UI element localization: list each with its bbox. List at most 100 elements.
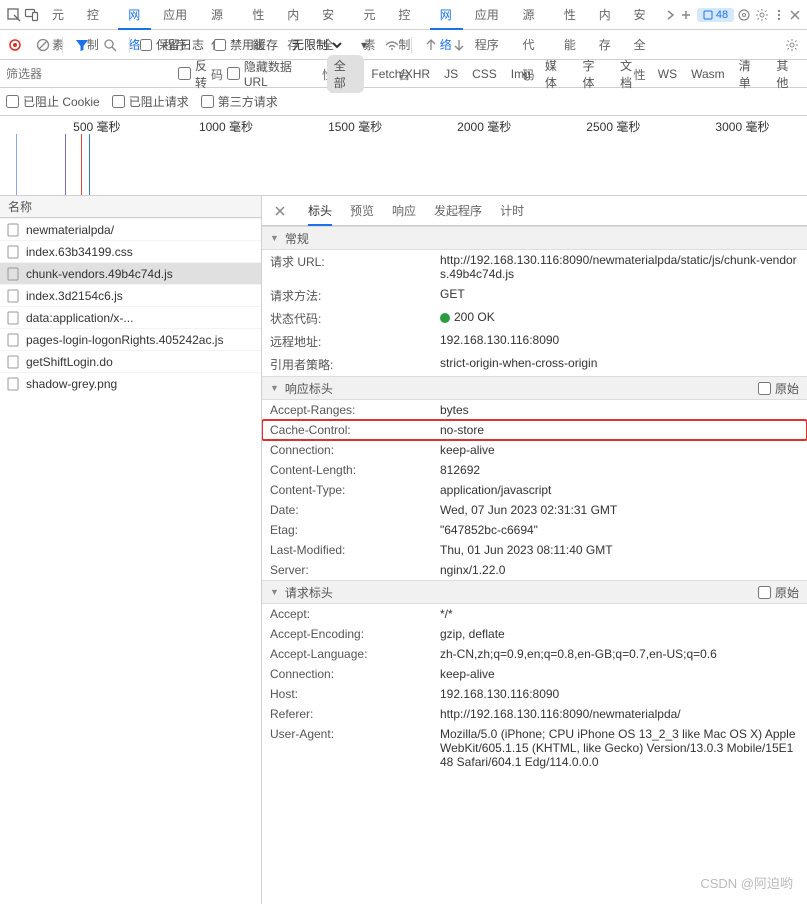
kv-row: Etag:"647852bc-c6694" bbox=[262, 520, 807, 540]
type-chip[interactable]: 文档 bbox=[613, 55, 651, 93]
raw-checkbox[interactable]: 原始 bbox=[758, 584, 799, 601]
detail-tab[interactable]: 标头 bbox=[308, 196, 332, 226]
timeline-bar bbox=[65, 134, 66, 195]
invert-checkbox[interactable]: 反转 bbox=[178, 57, 219, 91]
throttle-select[interactable]: 无限制 bbox=[288, 37, 345, 53]
top-tab[interactable]: 网络 bbox=[430, 0, 463, 30]
search-icon[interactable] bbox=[101, 36, 119, 54]
inspect-icon[interactable] bbox=[6, 3, 22, 27]
type-chip[interactable]: JS bbox=[437, 65, 465, 83]
timeline-overview[interactable]: 500 毫秒1000 毫秒1500 毫秒2000 毫秒2500 毫秒3000 毫… bbox=[0, 116, 807, 196]
file-icon bbox=[6, 333, 20, 347]
top-tab[interactable]: 应用程序 bbox=[465, 0, 511, 30]
top-tab-安全性[interactable]: 安全性 bbox=[312, 0, 351, 30]
third-party-checkbox[interactable]: 第三方请求 bbox=[201, 93, 278, 110]
settings-icon[interactable] bbox=[754, 3, 770, 27]
more-tabs-icon[interactable] bbox=[665, 3, 678, 27]
device-toggle-icon[interactable] bbox=[24, 3, 40, 27]
top-tab[interactable]: 元素 bbox=[354, 0, 387, 30]
type-chip[interactable]: Fetch/XHR bbox=[364, 65, 437, 83]
section-header[interactable]: ▼常规 bbox=[262, 226, 807, 250]
request-row[interactable]: shadow-grey.png bbox=[0, 372, 261, 394]
detail-tabs: 标头预览响应发起程序计时 bbox=[262, 196, 807, 226]
kv-row: Connection:keep-alive bbox=[262, 440, 807, 460]
top-tab[interactable]: 安全性 bbox=[624, 0, 663, 30]
type-chip[interactable]: 全部 bbox=[327, 55, 365, 93]
type-chip[interactable]: Img bbox=[504, 65, 538, 83]
request-name: newmaterialpda/ bbox=[26, 223, 114, 237]
clear-icon[interactable] bbox=[34, 36, 52, 54]
gear-icon[interactable] bbox=[736, 3, 752, 27]
top-tab-控制台[interactable]: 控制台 bbox=[77, 0, 116, 30]
top-tab[interactable]: 内存 bbox=[589, 0, 622, 30]
close-icon[interactable] bbox=[788, 3, 801, 27]
kebab-icon[interactable] bbox=[772, 3, 786, 27]
top-tab-应用程序[interactable]: 应用程序 bbox=[153, 0, 199, 30]
kv-value: Thu, 01 Jun 2023 08:11:40 GMT bbox=[440, 543, 799, 557]
preserve-log-checkbox[interactable]: 保留日志 bbox=[140, 36, 204, 53]
blocked-request-checkbox[interactable]: 已阻止请求 bbox=[112, 93, 189, 110]
filter-input[interactable] bbox=[0, 60, 170, 87]
type-chip[interactable]: CSS bbox=[465, 65, 504, 83]
request-row[interactable]: newmaterialpda/ bbox=[0, 218, 261, 240]
top-tab[interactable]: 性能 bbox=[554, 0, 587, 30]
detail-tab[interactable]: 计时 bbox=[500, 196, 524, 226]
kv-row: Date:Wed, 07 Jun 2023 02:31:31 GMT bbox=[262, 500, 807, 520]
close-detail-icon[interactable] bbox=[270, 201, 290, 221]
top-tab-源代码[interactable]: 源代码 bbox=[201, 0, 240, 30]
filter-icon[interactable] bbox=[73, 36, 91, 54]
top-tab-内存[interactable]: 内存 bbox=[277, 0, 310, 30]
kv-value: Wed, 07 Jun 2023 02:31:31 GMT bbox=[440, 503, 799, 517]
kv-row: Last-Modified:Thu, 01 Jun 2023 08:11:40 … bbox=[262, 540, 807, 560]
wifi-icon[interactable] bbox=[383, 36, 401, 54]
kv-value: nginx/1.22.0 bbox=[440, 563, 799, 577]
kv-key: Accept: bbox=[270, 607, 440, 621]
throttle-caret-icon[interactable]: ▾ bbox=[355, 36, 373, 54]
file-icon bbox=[6, 223, 20, 237]
request-row[interactable]: data:application/x-... bbox=[0, 306, 261, 328]
type-chip[interactable]: 清单 bbox=[732, 55, 770, 93]
type-chip[interactable]: 媒体 bbox=[538, 55, 576, 93]
kv-key: Cache-Control: bbox=[270, 423, 440, 437]
hide-data-url-checkbox[interactable]: 隐藏数据 URL bbox=[227, 58, 319, 89]
kv-key: 引用者策略: bbox=[270, 356, 440, 373]
blocked-cookie-checkbox[interactable]: 已阻止 Cookie bbox=[6, 93, 100, 110]
name-column-header[interactable]: 名称 bbox=[0, 196, 261, 218]
detail-tab[interactable]: 响应 bbox=[392, 196, 416, 226]
disable-cache-checkbox[interactable]: 禁用缓存 bbox=[214, 36, 278, 53]
download-icon[interactable] bbox=[450, 36, 468, 54]
type-chip[interactable]: WS bbox=[651, 65, 684, 83]
request-row[interactable]: chunk-vendors.49b4c74d.js bbox=[0, 262, 261, 284]
add-tab-icon[interactable] bbox=[680, 3, 693, 27]
request-row[interactable]: pages-login-logonRights.405242ac.js bbox=[0, 328, 261, 350]
raw-checkbox[interactable]: 原始 bbox=[758, 380, 799, 397]
top-tab[interactable]: 控制台 bbox=[388, 0, 427, 30]
top-tab-网络[interactable]: 网络 bbox=[118, 0, 151, 30]
type-chip[interactable]: Wasm bbox=[684, 65, 732, 83]
section-header[interactable]: ▼响应标头原始 bbox=[262, 376, 807, 400]
top-tab-元素[interactable]: 元素 bbox=[42, 0, 75, 30]
request-row[interactable]: index.3d2154c6.js bbox=[0, 284, 261, 306]
record-icon[interactable] bbox=[6, 36, 24, 54]
file-icon bbox=[6, 289, 20, 303]
type-chip[interactable]: 其他 bbox=[769, 55, 807, 93]
kv-value: 192.168.130.116:8090 bbox=[440, 687, 799, 701]
detail-tab[interactable]: 预览 bbox=[350, 196, 374, 226]
kv-key: Connection: bbox=[270, 443, 440, 457]
toolbar-settings-icon[interactable] bbox=[783, 36, 801, 54]
type-chip[interactable]: 字体 bbox=[575, 55, 613, 93]
issues-badge[interactable]: 48 bbox=[697, 8, 734, 22]
kv-row: Content-Type:application/javascript bbox=[262, 480, 807, 500]
kv-key: Accept-Ranges: bbox=[270, 403, 440, 417]
detail-tab[interactable]: 发起程序 bbox=[434, 196, 482, 226]
upload-icon[interactable] bbox=[422, 36, 440, 54]
timeline-bar bbox=[16, 134, 17, 195]
request-row[interactable]: getShiftLogin.do bbox=[0, 350, 261, 372]
file-icon bbox=[6, 245, 20, 259]
request-row[interactable]: index.63b34199.css bbox=[0, 240, 261, 262]
section-header[interactable]: ▼请求标头原始 bbox=[262, 580, 807, 604]
kv-value: GET bbox=[440, 287, 799, 304]
top-tab-性能[interactable]: 性能 bbox=[242, 0, 275, 30]
kv-key: Accept-Language: bbox=[270, 647, 440, 661]
top-tab[interactable]: 源代码 bbox=[513, 0, 552, 30]
